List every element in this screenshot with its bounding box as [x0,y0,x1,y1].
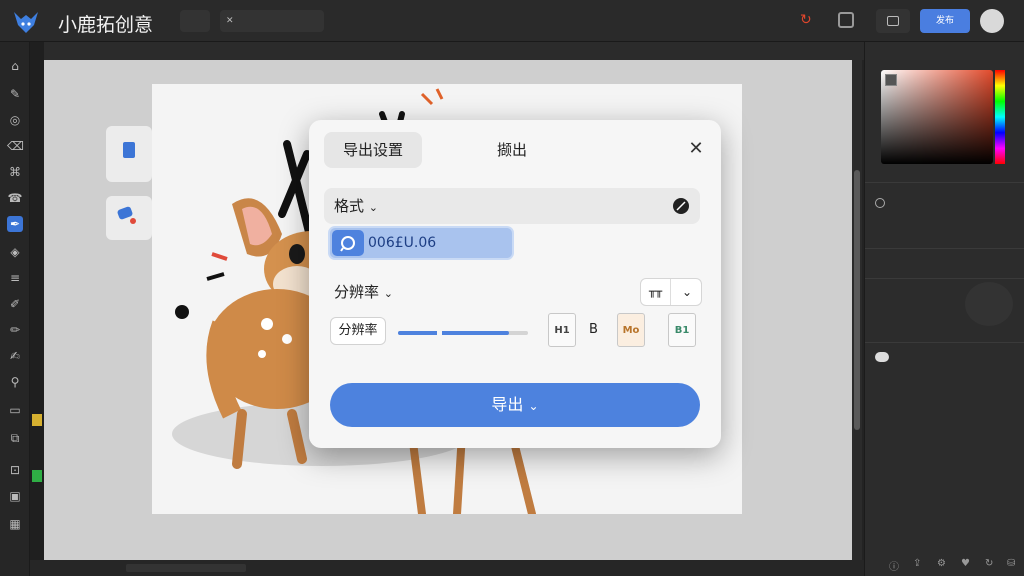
circle-icon[interactable]: ◎ [7,112,23,128]
smudge-icon[interactable]: ✍ [7,348,23,364]
wand-icon[interactable]: ⚲ [7,374,23,390]
refresh-icon[interactable]: ↻ [800,12,812,28]
slider-fill [398,331,509,335]
unit-value: ╥╥ [641,279,671,305]
toolbar-group[interactable]: ✕ [220,10,324,32]
window-icon[interactable] [838,12,854,28]
shapes-card[interactable] [106,196,152,240]
close-tool-icon[interactable]: ✕ [226,16,234,26]
section-header[interactable] [875,352,1015,366]
chevron-down-icon: ⌄ [528,399,539,413]
chevron-down-icon: ⌄ [368,201,379,214]
doc-card[interactable] [106,126,152,182]
resolution-label[interactable]: 分辨率 ⌄ [334,280,393,306]
dot-icon [130,218,136,224]
nodes-icon[interactable]: ⌘ [7,164,23,180]
search-input[interactable]: 006£U.06 [328,226,514,260]
folder-icon [887,16,899,26]
preview-circle [965,282,1013,326]
horizontal-scrollbar[interactable] [126,564,246,572]
green-marker [32,470,42,482]
phone-icon[interactable]: ☎ [7,190,23,206]
resolution-slider[interactable] [398,330,528,336]
search-bubble [332,230,364,256]
file-type-icon[interactable]: H1 [548,313,576,347]
home-icon[interactable]: ⌂ [7,58,23,74]
format-select[interactable]: 格式 ⌄ [324,188,700,224]
vertical-scrollbar[interactable] [852,60,862,560]
dropper-icon[interactable]: ✐ [7,296,23,312]
close-icon[interactable]: ✕ [685,138,707,160]
tool-rail: ⌂ ✎ ◎ ⌫ ⌘ ☎ ✒ ◈ ≡ ✐ ✏ ✍ ⚲ ▭ ⧉ ⊡ ▣ ▦ [0,42,30,576]
section-header[interactable] [875,258,1015,272]
heart-icon[interactable]: ♥ [961,558,970,569]
info-icon[interactable]: ⓘ [889,558,899,573]
layers-icon[interactable]: ≡ [7,270,23,286]
color-picker[interactable] [881,70,993,164]
grid-icon[interactable]: ▦ [7,516,23,532]
chevron-down-icon[interactable]: ⌄ [673,279,701,305]
document-icon [123,142,135,158]
tab-export[interactable]: 撷出 [497,132,527,168]
unit-dropdown[interactable]: ╥╥ ⌄ [640,278,702,306]
crop-icon[interactable]: ⧉ [7,430,23,446]
share-icon[interactable]: ⇪ [913,558,921,569]
right-panel: ⓘ ⇪ ⚙ ♥ ↻ ⛁ [864,42,1024,576]
layer-icon [875,198,885,208]
panel-footer: ⓘ ⇪ ⚙ ♥ ↻ ⛁ [865,552,1024,576]
rail-strip [30,42,44,576]
chevron-down-icon: ⌄ [383,287,394,300]
pen-tool-icon[interactable]: ✒ [7,216,23,232]
status-bar [30,560,864,576]
tab-export-settings[interactable]: 导出设置 [324,132,422,168]
yellow-marker [32,414,42,426]
hue-slider[interactable] [995,70,1005,164]
app-title: 小鹿拓创意 [58,14,154,36]
folder-button[interactable] [876,9,910,33]
scroll-thumb[interactable] [854,170,860,430]
sync-icon[interactable]: ↻ [985,558,993,569]
cart-icon[interactable]: ⛁ [1007,558,1015,569]
brush-icon[interactable]: ✎ [7,86,23,102]
panel-row [875,230,1015,236]
publish-button[interactable]: 发布 [920,9,970,33]
divider [865,248,1024,249]
format-label: 格式 ⌄ [334,197,379,215]
divider [865,342,1024,343]
ruler-icon[interactable]: ⊡ [7,462,23,478]
chat-bubble-icon [340,236,355,252]
rectangle-icon[interactable]: ▭ [7,402,23,418]
export-button[interactable]: 导出 ⌄ [330,383,700,427]
leaf-icon[interactable] [672,197,690,215]
divider [865,278,1024,279]
eraser-icon[interactable]: ⌫ [7,138,24,154]
swatch-icon[interactable] [885,74,897,86]
export-dialog: 导出设置 撷出 ✕ 格式 ⌄ 006£U.06 分辨率 ⌄ ╥╥ ⌄ 分辨率 H… [309,120,721,448]
fill-icon[interactable]: ◈ [7,244,23,260]
app-logo-icon [14,12,38,33]
top-ruler [44,42,864,60]
settings-icon[interactable]: ⚙ [937,558,946,569]
slider-gap [437,330,442,336]
monitor-icon[interactable]: ▣ [7,488,23,504]
file-type-icon[interactable]: Mo [617,313,645,347]
file-type-icon[interactable]: B1 [668,313,696,347]
divider [865,182,1024,183]
avatar[interactable] [980,9,1004,33]
cloud-icon [875,352,889,362]
layer-row[interactable] [875,198,1015,211]
menu-button[interactable] [180,10,210,32]
top-bar: 小鹿拓创意 ✕ ↻ 发布 [0,0,1024,42]
search-value: 006£U.06 [368,235,437,251]
resolution-button[interactable]: 分辨率 [330,317,386,345]
pencil-icon[interactable]: ✏ [7,322,23,338]
b-label: B [589,322,598,337]
